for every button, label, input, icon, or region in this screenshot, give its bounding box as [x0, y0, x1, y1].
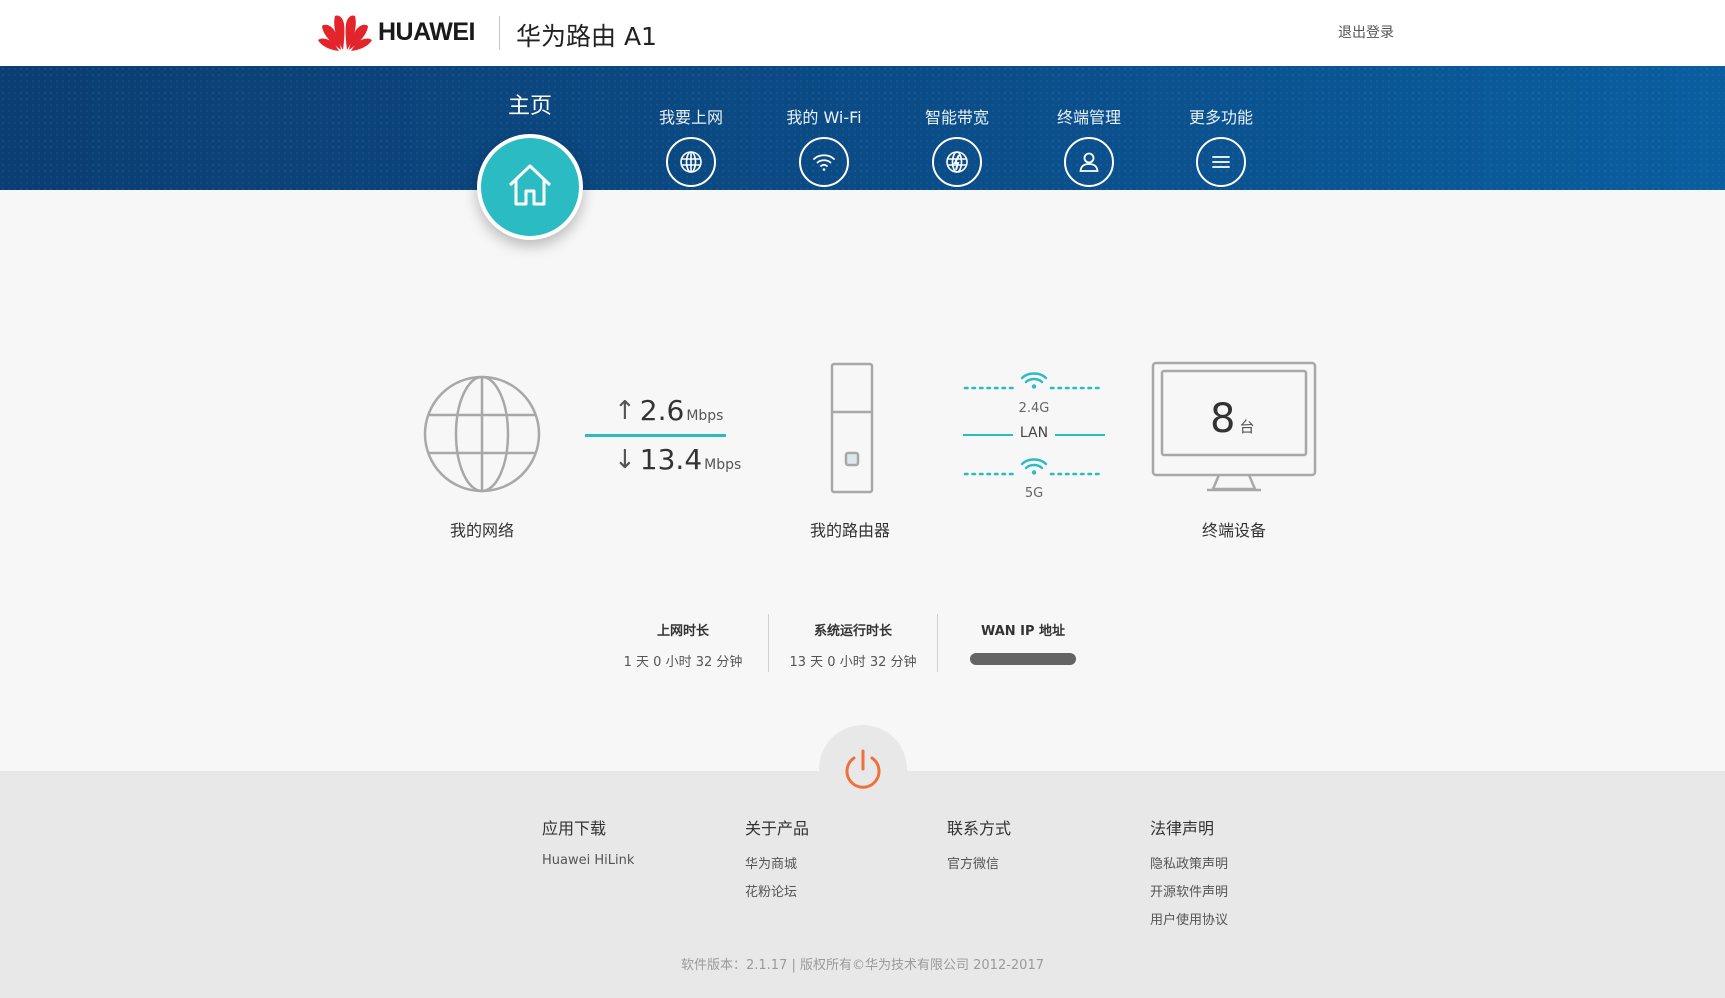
nav-item-label: 我的 Wi-Fi — [786, 108, 862, 127]
lan-line-right — [1055, 434, 1105, 436]
nav-band: 我要上网 我的 Wi-Fi 智能带宽 终端管理 更多功能 — [0, 66, 1725, 190]
nav-item-label: 我要上网 — [658, 108, 723, 127]
arrow-up-icon: ↑ — [614, 396, 636, 426]
system-uptime-value: 13 天 0 小时 32 分钟 — [789, 655, 917, 670]
wifi-5g-link-icon — [963, 458, 1105, 476]
nav-item-circle — [666, 137, 716, 187]
footer-link-open-source[interactable]: 开源软件声明 — [1150, 881, 1228, 900]
band-5g-label: 5G — [1024, 486, 1044, 501]
online-duration-stat: 上网时长 1 天 0 小时 32 分钟 — [611, 620, 755, 670]
system-uptime-stat: 系统运行时长 13 天 0 小时 32 分钟 — [777, 620, 929, 670]
footer-heading: 法律声明 — [1150, 819, 1215, 838]
online-duration-key: 上网时长 — [656, 624, 709, 639]
wifi-icon — [813, 154, 835, 171]
online-duration-value: 1 天 0 小时 32 分钟 — [623, 655, 743, 670]
nav-item-circle — [1064, 137, 1114, 187]
footer-link-user-agreement[interactable]: 用户使用协议 — [1150, 909, 1228, 928]
logout-link[interactable]: 退出登录 — [1338, 22, 1394, 42]
upload-unit: Mbps — [686, 408, 724, 424]
wan-ip-key: WAN IP 地址 — [980, 624, 1066, 639]
nav-item-device-management[interactable]: 终端管理 — [1034, 66, 1144, 187]
product-title: 华为路由 A1 — [516, 22, 657, 51]
footer-link-forum[interactable]: 花粉论坛 — [745, 881, 809, 900]
footer-col-app-download: 应用下载 Huawei HiLink — [542, 815, 634, 877]
stat-divider — [768, 614, 769, 672]
smart-bandwidth-icon — [946, 151, 968, 173]
upload-speed: ↑ 2.6 Mbps — [614, 394, 723, 427]
nav-item-label: 智能带宽 — [924, 108, 989, 127]
lan-label: LAN — [1019, 425, 1049, 441]
device-count-unit: 台 — [1239, 418, 1255, 436]
system-uptime-key: 系统运行时长 — [813, 624, 892, 639]
download-speed: ↓ 13.4 Mbps — [614, 443, 741, 476]
menu-icon — [1212, 156, 1230, 168]
nav-home-label: 主页 — [507, 94, 552, 119]
wan-ip-stat: WAN IP 地址 — [960, 620, 1086, 669]
my-network-globe-icon[interactable] — [421, 373, 543, 495]
home-icon — [508, 164, 552, 206]
footer-heading: 应用下载 — [542, 819, 607, 838]
nav-item-circle — [1196, 137, 1246, 187]
footer-link-privacy[interactable]: 隐私政策声明 — [1150, 853, 1228, 872]
copyright: 软件版本：2.1.17 | 版权所有©华为技术有限公司 2012-2017 — [681, 958, 1044, 973]
band-24g-label: 2.4G — [1018, 401, 1050, 416]
brand-divider — [499, 16, 500, 50]
nav-item-smart-bandwidth[interactable]: 智能带宽 — [902, 66, 1012, 187]
speed-divider — [585, 434, 726, 437]
footer-col-about: 关于产品 华为商城 花粉论坛 — [745, 815, 809, 909]
device-count[interactable]: 8台 — [1210, 396, 1254, 442]
footer-link-hilink[interactable]: Huawei HiLink — [542, 853, 634, 868]
nav-item-circle — [799, 137, 849, 187]
power-button[interactable] — [819, 725, 907, 813]
download-unit: Mbps — [704, 457, 742, 473]
nav-item-label: 更多功能 — [1188, 108, 1253, 127]
nav-item-label: 终端管理 — [1056, 108, 1121, 127]
arrow-down-icon: ↓ — [614, 445, 636, 475]
user-icon — [1079, 152, 1099, 172]
upload-value: 2.6 — [639, 394, 685, 427]
device-count-value: 8 — [1210, 396, 1236, 442]
nav-item-wifi[interactable]: 我的 Wi-Fi — [769, 66, 879, 187]
router-icon[interactable] — [830, 362, 874, 494]
wifi-24g-link-icon — [963, 372, 1105, 390]
nav-item-more-features[interactable]: 更多功能 — [1166, 66, 1276, 187]
footer-link-vmall[interactable]: 华为商城 — [745, 853, 809, 872]
footer-link-wechat[interactable]: 官方微信 — [947, 853, 1011, 872]
globe-icon — [680, 151, 702, 173]
download-value: 13.4 — [639, 443, 703, 476]
my-router-label: 我的路由器 — [809, 521, 890, 540]
top-bar: HUAWEI 华为路由 A1 退出登录 — [0, 0, 1725, 66]
footer-col-legal: 法律声明 隐私政策声明 开源软件声明 用户使用协议 — [1150, 815, 1228, 937]
nav-item-internet[interactable]: 我要上网 — [636, 66, 746, 187]
huawei-logo-icon — [318, 15, 372, 51]
footer-heading: 关于产品 — [745, 819, 810, 838]
wan-ip-value-masked — [970, 653, 1076, 665]
nav-item-circle — [932, 137, 982, 187]
my-network-label: 我的网络 — [449, 521, 514, 540]
power-icon — [845, 749, 881, 789]
brand-name: HUAWEI — [378, 18, 476, 46]
connection-links: 2.4G LAN 5G — [963, 370, 1105, 505]
nav-home-button[interactable] — [477, 134, 583, 240]
stat-divider — [937, 614, 938, 672]
terminal-devices-label: 终端设备 — [1201, 521, 1266, 540]
footer-heading: 联系方式 — [947, 819, 1012, 838]
footer-col-contact: 联系方式 官方微信 — [947, 815, 1011, 881]
